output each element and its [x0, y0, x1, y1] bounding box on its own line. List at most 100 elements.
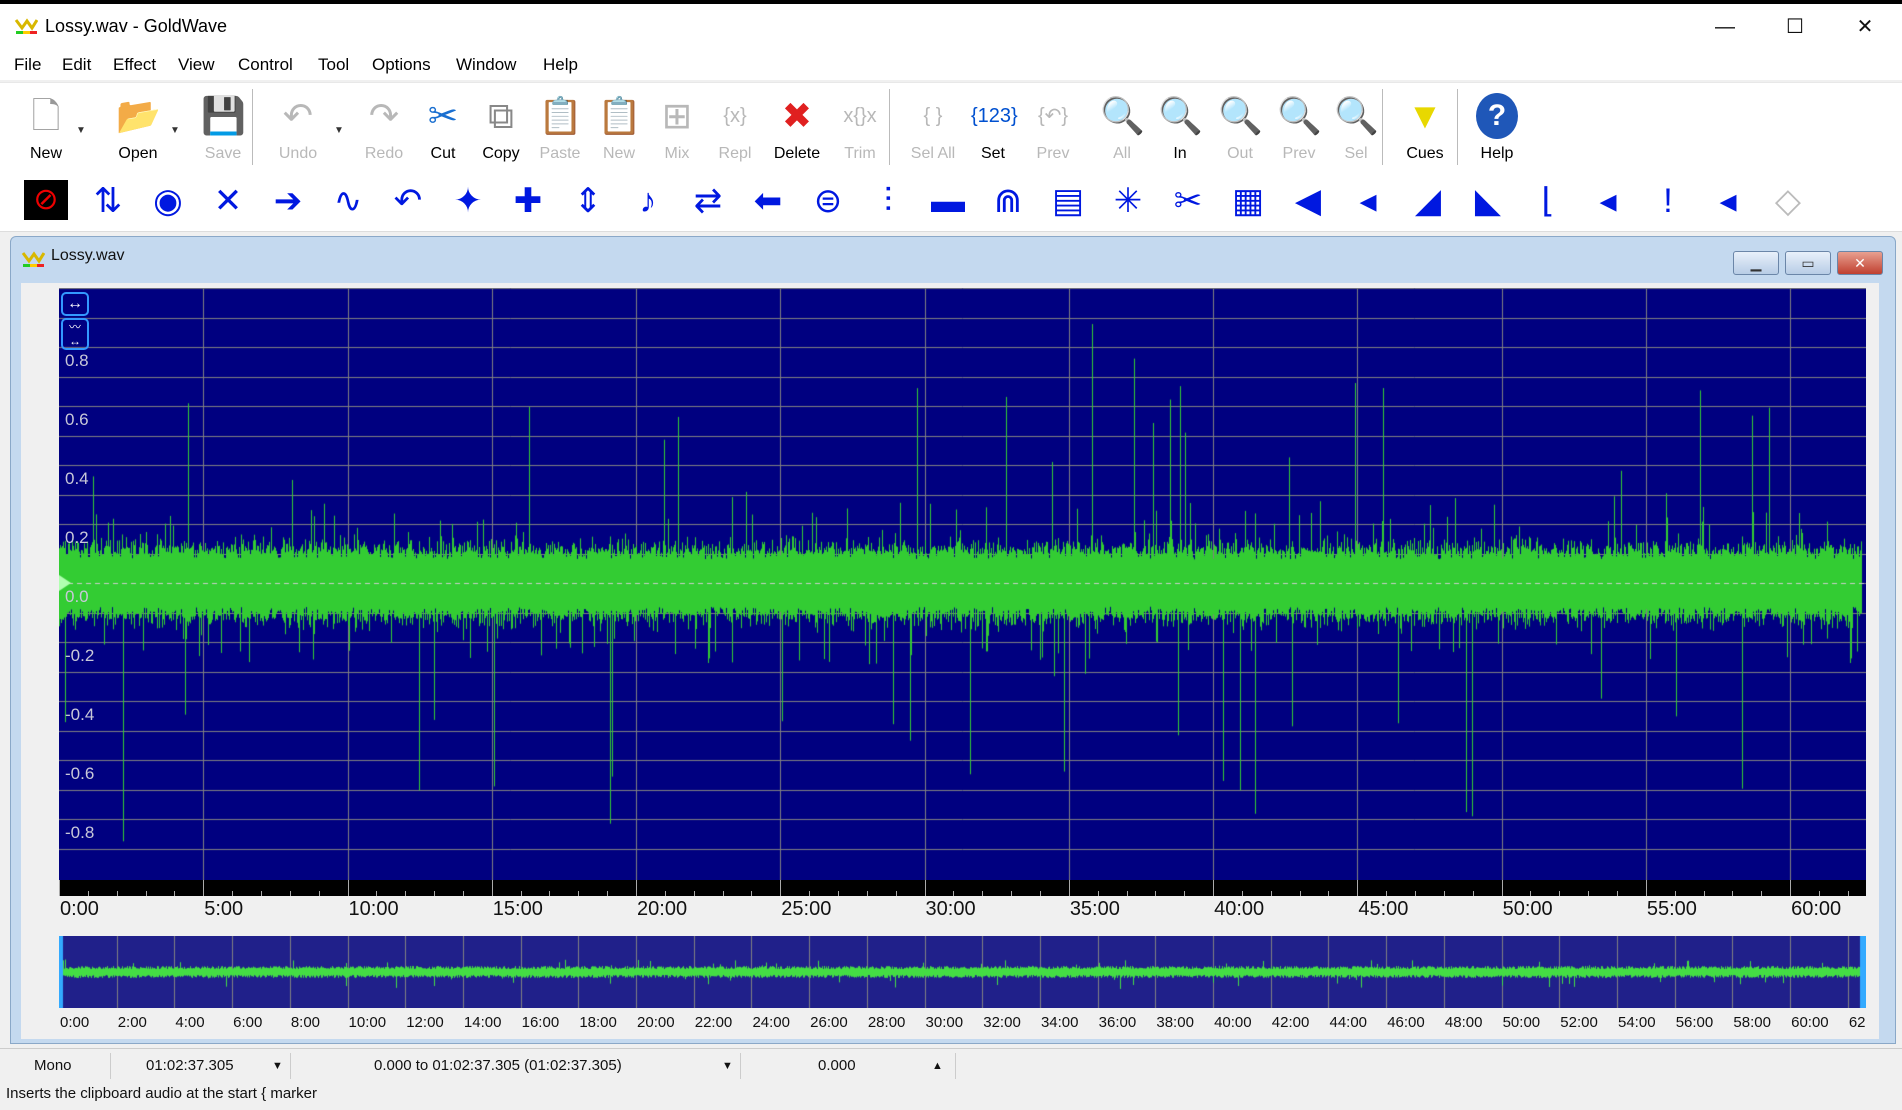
doc-close-button[interactable]: ✕ [1837, 251, 1883, 275]
offset-icon[interactable]: ⬅ [744, 178, 792, 224]
waveform-canvas[interactable] [59, 288, 1866, 880]
new-file-icon: 🗋 [31, 95, 61, 136]
zoom-vertical-icon[interactable]: 〰 ↔ [61, 318, 89, 350]
shape-volume-icon[interactable]: ⌊ [1524, 178, 1572, 224]
toolbar-new-button[interactable]: 📋 New [591, 87, 647, 167]
doc-restore-button[interactable]: ▭ [1785, 251, 1831, 275]
overview-canvas[interactable] [59, 936, 1866, 1008]
spectrum-icon[interactable]: ▦ [1224, 178, 1272, 224]
overview-waveform[interactable] [59, 936, 1866, 1008]
menu-edit[interactable]: Edit [62, 55, 91, 75]
toolbar-mix-button[interactable]: ⊞ Mix [649, 87, 705, 167]
overview-time-label: 58:00 [1733, 1014, 1771, 1031]
disabled-effect-icon[interactable]: ◇ [1764, 178, 1812, 224]
undo-dropdown-icon[interactable]: ▼ [334, 125, 344, 136]
ruler-tick [1241, 891, 1243, 896]
doppler-icon[interactable]: ◉ [144, 178, 192, 224]
time-ruler [59, 880, 1866, 896]
match-volume-icon[interactable]: ◂ [1584, 178, 1632, 224]
volume-change-icon[interactable]: ◂ [1344, 178, 1392, 224]
toolbar-out-button[interactable]: 🔍 Out [1212, 87, 1268, 167]
compressor-icon[interactable]: ⇕ [564, 178, 612, 224]
menu-effect[interactable]: Effect [113, 55, 156, 75]
ruler-tick [1674, 891, 1676, 896]
effects-toolbar: ⊘ ⇅ ◉ ✕ ➔ ∿ ↶ ✦ ✚ ⇕ ♪ ⇄ ⬅ ⊜ ⫶ ▬ ⋒ ▤ ✳ ✂ ▦ ◀ ◂ ◢ ◣ ⌊ ◂! ◂ ◇ [0, 170, 1902, 232]
zoom-horizontal-icon[interactable]: ↔ [61, 292, 89, 316]
new-dropdown-icon[interactable]: ▼ [76, 125, 86, 136]
flanger-icon[interactable]: ∿ [324, 178, 372, 224]
maximize-volume-icon[interactable]: ! [1644, 178, 1692, 224]
toolbar-help-button[interactable]: ? Help [1469, 87, 1525, 167]
filter-icon[interactable]: ▬ [924, 178, 972, 224]
ruler-tick [1645, 880, 1647, 896]
auto-gain-icon[interactable]: ➔ [264, 178, 312, 224]
waveform-view[interactable]: 0.8 0.6 0.4 0.2 0.0 -0.2 -0.4 -0.6 -0.8 ↔ 〰 ↔ [59, 288, 1866, 880]
toolbar-new-button[interactable]: 🗋 New [18, 87, 74, 167]
noise-reduction-icon[interactable]: ✦ [444, 178, 492, 224]
clip-icon[interactable]: ✳ [1104, 178, 1152, 224]
overview-time-label: 56:00 [1675, 1014, 1714, 1031]
toolbar-prev-button[interactable]: {↶} Prev [1025, 87, 1081, 167]
maximize-button[interactable]: ☐ [1770, 12, 1820, 42]
close-button[interactable]: ✕ [1840, 12, 1890, 42]
stop-icon[interactable]: ⊘ [24, 180, 68, 220]
toolbar-prev-button[interactable]: 🔍 Prev [1271, 87, 1327, 167]
toolbar-cut-button[interactable]: ✂ Cut [415, 87, 471, 167]
overview-time-label: 8:00 [290, 1014, 321, 1031]
pitch-note-icon[interactable]: ♪ [624, 178, 672, 224]
playback-rate-icon[interactable]: ⇄ [684, 178, 732, 224]
menu-control[interactable]: Control [238, 55, 293, 75]
minimize-button[interactable]: — [1700, 12, 1750, 42]
toolbar-open-button[interactable]: 📂 Open [110, 87, 166, 167]
mechanize-icon[interactable]: ✕ [204, 178, 252, 224]
volume-shape-icon[interactable]: ◂ [1704, 178, 1752, 224]
spectrum-filter-icon[interactable]: ⋒ [984, 178, 1032, 224]
toolbar-cues-button[interactable]: ▼ Cues [1397, 87, 1453, 167]
swap-channels-icon[interactable]: ⇅ [84, 178, 132, 224]
open-dropdown-icon[interactable]: ▼ [170, 125, 180, 136]
fade-out-icon[interactable]: ◣ [1464, 178, 1512, 224]
menu-options[interactable]: Options [372, 55, 431, 75]
toolbar-delete-button[interactable]: ✖ Delete [769, 87, 825, 167]
menu-tool[interactable]: Tool [318, 55, 349, 75]
ruler-tick [1097, 891, 1099, 896]
toolbar-set-button[interactable]: {123} Set [965, 87, 1021, 167]
fade-in-icon[interactable]: ◢ [1404, 178, 1452, 224]
overview-time-label: 48:00 [1444, 1014, 1483, 1031]
overview-time-label: 22:00 [694, 1014, 733, 1031]
volume-icon[interactable]: ◀ [1284, 178, 1332, 224]
menu-view[interactable]: View [178, 55, 215, 75]
toolbar-save-button[interactable]: 💾 Save [195, 87, 251, 167]
toolbar-in-button[interactable]: 🔍 In [1152, 87, 1208, 167]
menu-window[interactable]: Window [456, 55, 516, 75]
toolbar-paste-button[interactable]: 📋 Paste [532, 87, 588, 167]
toolbar-trim-button[interactable]: x{}x Trim [832, 87, 888, 167]
toolbar-label: Undo [278, 145, 318, 162]
menu-help[interactable]: Help [543, 55, 578, 75]
menu-file[interactable]: File [14, 55, 41, 75]
time-label: 15:00 [492, 898, 543, 920]
ruler-tick [145, 891, 147, 896]
invert-icon[interactable]: ⊜ [804, 178, 852, 224]
pitch-icon[interactable]: ✚ [504, 178, 552, 224]
ruler-tick [1068, 880, 1070, 896]
overview-time-label: 2:00 [117, 1014, 147, 1031]
reverse-icon[interactable]: ↶ [384, 178, 432, 224]
toolbar-redo-button[interactable]: ↷ Redo [356, 87, 412, 167]
toolbar-sel-all-button[interactable]: { } Sel All [905, 87, 961, 167]
overview-time-label: 0:00 [60, 1014, 90, 1031]
toolbar-repl-button[interactable]: {x} Repl [707, 87, 763, 167]
doc-minimize-button[interactable]: ▁ [1733, 251, 1779, 275]
equalizer-icon[interactable]: ⫶ [864, 178, 912, 224]
length-dropdown-icon[interactable]: ▼ [272, 1060, 283, 1072]
selection-dropdown-icon[interactable]: ▼ [722, 1060, 733, 1072]
toolbar-copy-button[interactable]: ⧉ Copy [473, 87, 529, 167]
toolbar-undo-button[interactable]: ↶ Undo [270, 87, 326, 167]
position-up-icon[interactable]: ▲ [932, 1060, 943, 1072]
noise-icon[interactable]: ✂ [1164, 178, 1212, 224]
toolbar-all-button[interactable]: 🔍 All [1094, 87, 1150, 167]
ruler-tick [664, 891, 666, 896]
toolbar-sel-button[interactable]: 🔍 Sel [1328, 87, 1384, 167]
toolbar-label: Save [204, 145, 242, 162]
pop-click-icon[interactable]: ▤ [1044, 178, 1092, 224]
